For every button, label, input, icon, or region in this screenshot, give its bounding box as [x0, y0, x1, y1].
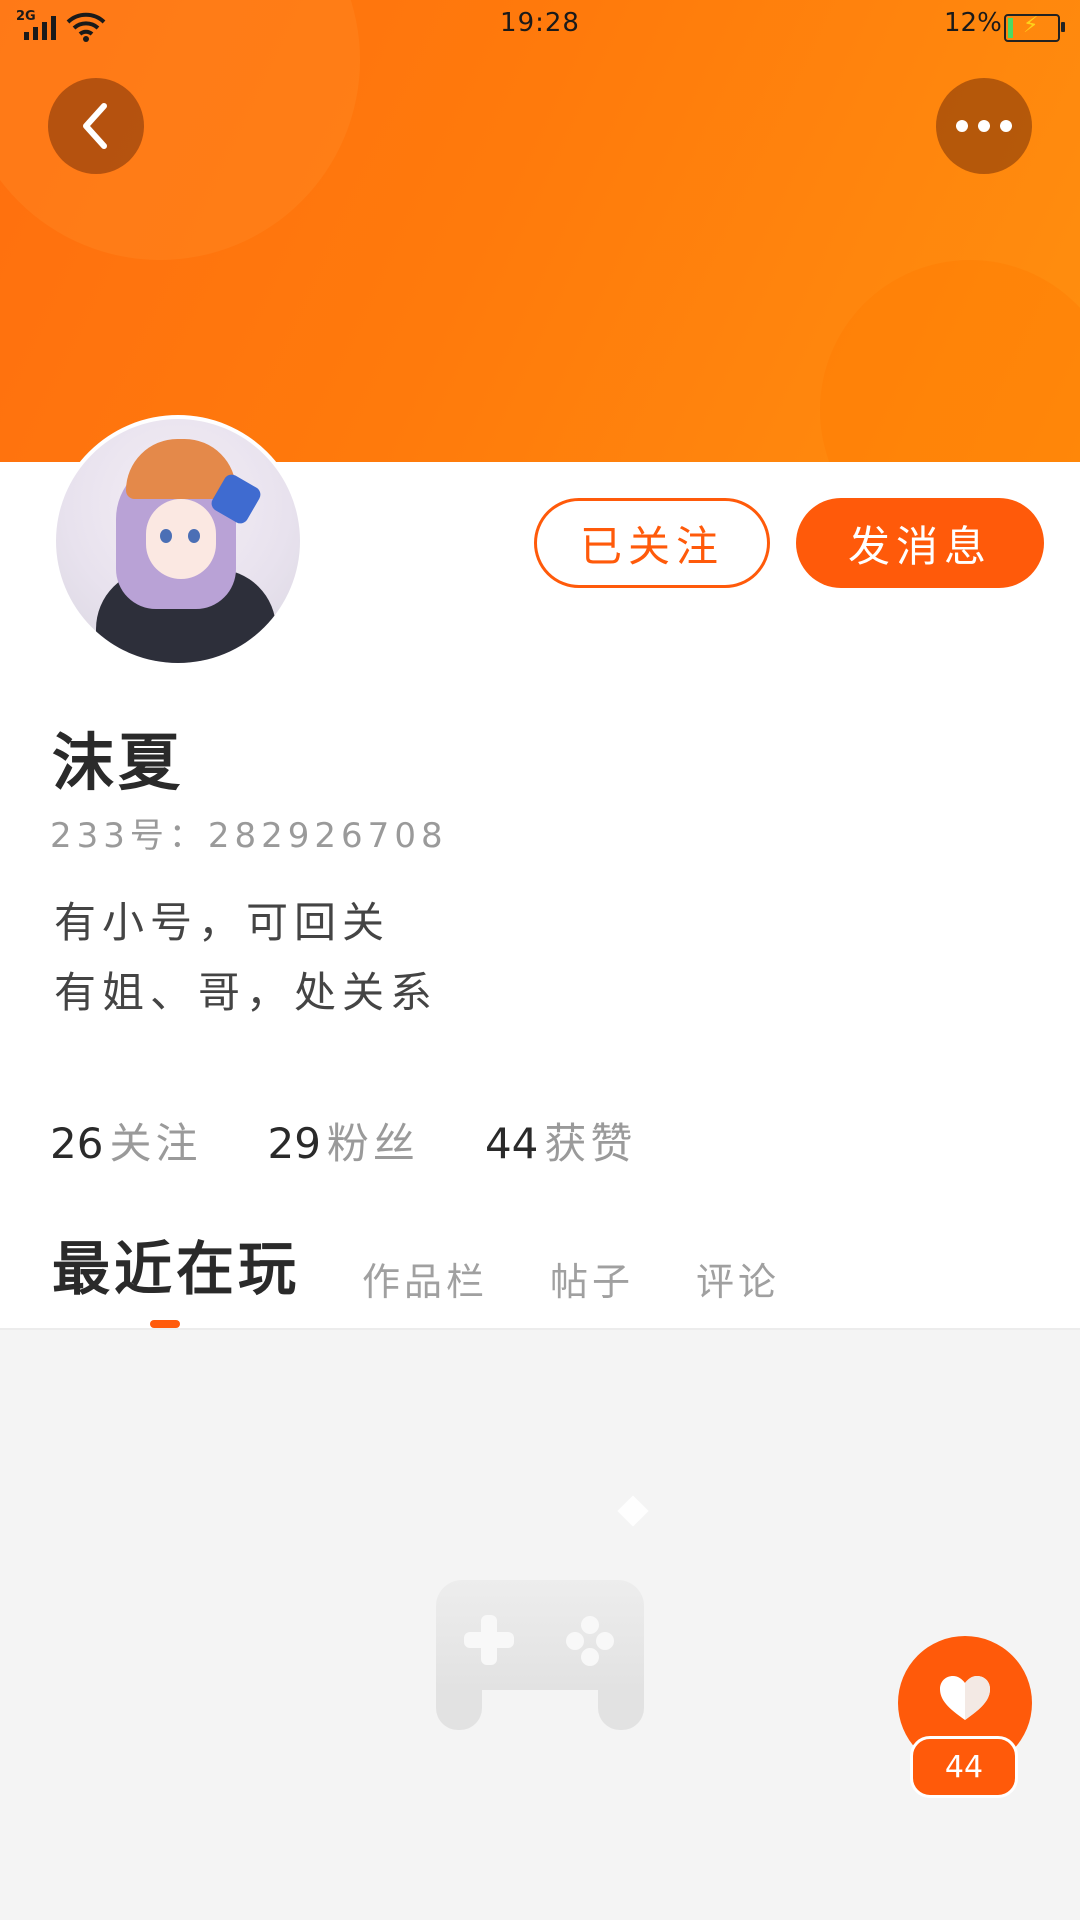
clock: 19:28	[500, 8, 580, 38]
status-bar: 2G 19:28 12% ⚡	[0, 0, 1080, 50]
stat-value: 44	[484, 1119, 539, 1168]
tab-content-area	[0, 1330, 1080, 1920]
charging-icon: ⚡	[1023, 13, 1039, 38]
send-message-button[interactable]: 发消息	[796, 498, 1044, 588]
banner-decoration	[820, 260, 1080, 462]
profile-bio: 有小号，可回关 有姐、哥，处关系	[54, 888, 438, 1028]
like-count-badge: 44	[910, 1736, 1018, 1798]
profile-name: 沫夏	[52, 726, 185, 799]
profile-banner	[0, 0, 1080, 462]
stat-following[interactable]: 26 关注	[50, 1110, 201, 1171]
stat-value: 29	[267, 1119, 321, 1168]
bio-line: 有姐、哥，处关系	[54, 968, 439, 1017]
stat-followers[interactable]: 29 粉丝	[267, 1110, 418, 1171]
tab-recently-played[interactable]: 最近在玩	[52, 1222, 300, 1306]
avatar-anime-girl	[56, 419, 300, 663]
profile-uid: 233号：282926708	[50, 816, 448, 856]
more-horizontal-icon	[956, 120, 1012, 132]
stat-likes[interactable]: 44 获赞	[485, 1110, 636, 1171]
stat-label: 粉丝	[326, 1119, 419, 1168]
stat-label: 获赞	[544, 1119, 637, 1168]
more-button[interactable]	[936, 78, 1032, 174]
battery-icon: ⚡	[1004, 13, 1065, 42]
avatar[interactable]	[52, 415, 304, 667]
tab-comments[interactable]: 评论	[696, 1251, 780, 1306]
battery-level	[1008, 18, 1013, 38]
battery-percent: 12%	[944, 8, 1002, 38]
active-tab-indicator	[150, 1320, 180, 1328]
following-button[interactable]: 已关注	[534, 498, 770, 588]
profile-tabs: 最近在玩 作品栏 帖子 评论	[52, 1222, 842, 1306]
profile-stats: 26 关注 29 粉丝 44 获赞	[50, 1110, 636, 1171]
heart-icon	[940, 1676, 990, 1720]
back-button[interactable]	[48, 78, 144, 174]
stat-value: 26	[50, 1119, 104, 1168]
tab-works[interactable]: 作品栏	[362, 1251, 488, 1306]
chevron-left-icon	[83, 103, 107, 149]
stat-label: 关注	[109, 1119, 202, 1168]
tab-posts[interactable]: 帖子	[550, 1251, 634, 1306]
gamepad-icon	[436, 1580, 644, 1730]
bio-line: 有小号，可回关	[54, 898, 391, 947]
sparkle-decoration	[617, 1495, 649, 1527]
